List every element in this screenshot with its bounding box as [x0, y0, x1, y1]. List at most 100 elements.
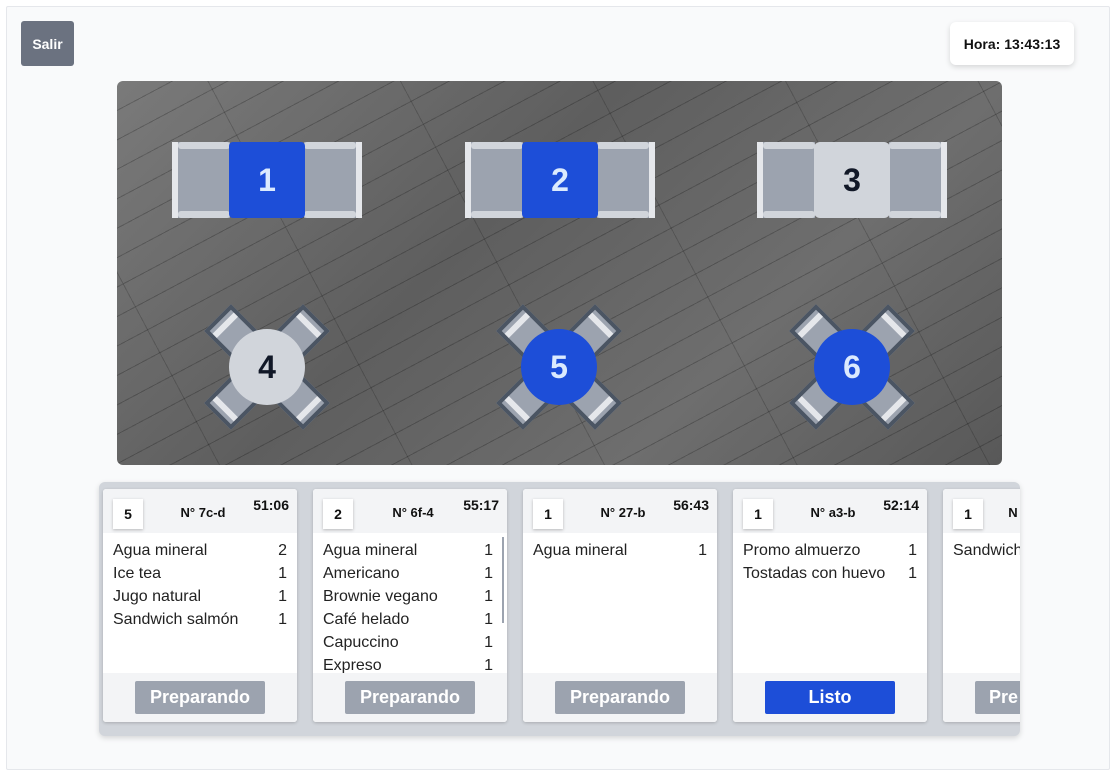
- order-item: Agua mineral 1: [533, 539, 707, 562]
- chair: [889, 142, 947, 218]
- order-elapsed-time: 51:06: [253, 497, 289, 513]
- table-2[interactable]: 2: [465, 142, 655, 218]
- item-name: Agua mineral: [323, 542, 418, 559]
- item-qty: 1: [908, 565, 917, 582]
- order-number: N° 27-b: [600, 505, 646, 520]
- order-card-footer: Preparando: [313, 673, 507, 722]
- order-item: Agua mineral 1: [323, 539, 493, 562]
- item-qty: 1: [278, 588, 287, 605]
- table-3[interactable]: 3: [757, 142, 947, 218]
- item-name: Promo almuerzo: [743, 542, 861, 559]
- table-number: 2: [522, 142, 598, 218]
- table-1[interactable]: 1: [172, 142, 362, 218]
- order-item: Sandwich: [953, 539, 1020, 562]
- chair: [465, 142, 523, 218]
- item-qty: 1: [278, 611, 287, 628]
- order-card: 2 N° 6f-4 55:17 Agua mineral 1 Americano 1…: [313, 489, 507, 722]
- order-number: N° a3-b: [810, 505, 856, 520]
- order-card-footer: Pre: [943, 673, 1020, 722]
- order-card-header: 1 N° a3-b 52:14: [733, 489, 927, 533]
- item-qty: 1: [484, 565, 493, 582]
- item-qty: 1: [908, 542, 917, 559]
- order-item: Expreso 1: [323, 654, 493, 673]
- order-elapsed-time: 56:43: [673, 497, 709, 513]
- item-qty: 1: [484, 634, 493, 651]
- table-5[interactable]: 5: [479, 287, 639, 447]
- order-item: Agua mineral 2: [113, 539, 287, 562]
- clock-display: Hora: 13:43:13: [950, 22, 1074, 65]
- order-status-button[interactable]: Preparando: [345, 681, 475, 714]
- chair: [757, 142, 815, 218]
- order-table-badge: 1: [533, 499, 563, 529]
- order-card-header: 2 N° 6f-4 55:17: [313, 489, 507, 533]
- exit-button[interactable]: Salir: [21, 21, 74, 66]
- order-card-footer: Listo: [733, 673, 927, 722]
- order-card: 1 N° a3-b 52:14 Promo almuerzo 1 Tostadas…: [733, 489, 927, 722]
- chair: [304, 142, 362, 218]
- order-card-header: 5 N° 7c-d 51:06: [103, 489, 297, 533]
- table-number: 5: [521, 329, 597, 405]
- chair: [597, 142, 655, 218]
- item-name: Agua mineral: [533, 542, 628, 559]
- item-name: Café helado: [323, 611, 410, 628]
- item-name: Sandwich: [953, 542, 1020, 559]
- item-qty: 1: [484, 657, 493, 673]
- order-items: Sandwich: [943, 533, 1020, 673]
- item-name: Ice tea: [113, 565, 162, 582]
- order-items[interactable]: Agua mineral 1 Americano 1 Brownie vegano 1…: [313, 533, 507, 673]
- item-name: Expreso: [323, 657, 382, 673]
- order-item: Americano 1: [323, 562, 493, 585]
- order-item: Capuccino 1: [323, 631, 493, 654]
- order-table-badge: 2: [323, 499, 353, 529]
- item-name: Americano: [323, 565, 400, 582]
- item-name: Agua mineral: [113, 542, 208, 559]
- table-number: 6: [814, 329, 890, 405]
- item-name: Jugo natural: [113, 588, 202, 605]
- order-card: 5 N° 7c-d 51:06 Agua mineral 2 Ice tea 1 J…: [103, 489, 297, 722]
- order-item: Sandwich salmón 1: [113, 608, 287, 631]
- table-4[interactable]: 4: [187, 287, 347, 447]
- order-item: Brownie vegano 1: [323, 585, 493, 608]
- order-item: Ice tea 1: [113, 562, 287, 585]
- order-items: Agua mineral 1: [523, 533, 717, 673]
- order-item: Tostadas con huevo 1: [743, 562, 917, 585]
- order-status-button[interactable]: Preparando: [135, 681, 265, 714]
- table-6[interactable]: 6: [772, 287, 932, 447]
- order-card: 1 N Sandwich Pre: [943, 489, 1020, 722]
- order-card: 1 N° 27-b 56:43 Agua mineral 1 Preparando: [523, 489, 717, 722]
- item-name: Tostadas con huevo: [743, 565, 886, 582]
- order-items: Promo almuerzo 1 Tostadas con huevo 1: [733, 533, 927, 673]
- order-number: N° 7c-d: [180, 505, 226, 520]
- table-number: 3: [814, 142, 890, 218]
- item-name: Capuccino: [323, 634, 399, 651]
- order-status-button[interactable]: Pre: [975, 681, 1020, 714]
- order-table-badge: 1: [743, 499, 773, 529]
- order-elapsed-time: 55:17: [463, 497, 499, 513]
- order-table-badge: 1: [953, 499, 983, 529]
- table-number: 1: [229, 142, 305, 218]
- item-qty: 1: [484, 611, 493, 628]
- order-card-header: 1 N° 27-b 56:43: [523, 489, 717, 533]
- item-qty: 1: [698, 542, 707, 559]
- order-card-footer: Preparando: [103, 673, 297, 722]
- item-qty: 1: [278, 565, 287, 582]
- order-status-button[interactable]: Listo: [765, 681, 895, 714]
- order-number: N: [1008, 505, 1018, 520]
- order-item: Jugo natural 1: [113, 585, 287, 608]
- floor-plan: 1 2 3 4 5 6: [117, 81, 1002, 465]
- item-qty: 2: [278, 542, 287, 559]
- order-item: Café helado 1: [323, 608, 493, 631]
- order-number: N° 6f-4: [392, 505, 434, 520]
- order-elapsed-time: 52:14: [883, 497, 919, 513]
- table-number: 4: [229, 329, 305, 405]
- item-name: Sandwich salmón: [113, 611, 239, 628]
- items-scrollbar[interactable]: [502, 537, 504, 623]
- orders-panel[interactable]: 5 N° 7c-d 51:06 Agua mineral 2 Ice tea 1 J…: [99, 482, 1020, 736]
- item-name: Brownie vegano: [323, 588, 438, 605]
- order-status-button[interactable]: Preparando: [555, 681, 685, 714]
- item-qty: 1: [484, 588, 493, 605]
- chair: [172, 142, 230, 218]
- order-card-header: 1 N: [943, 489, 1020, 533]
- item-qty: 1: [484, 542, 493, 559]
- order-table-badge: 5: [113, 499, 143, 529]
